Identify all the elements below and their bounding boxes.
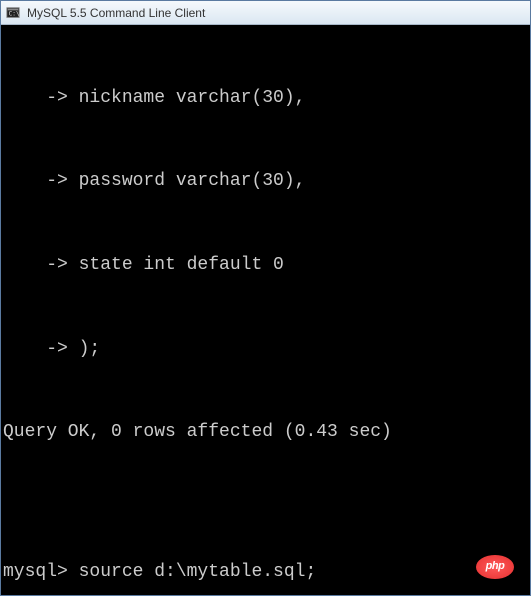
- terminal-line: -> );: [3, 336, 528, 364]
- terminal-line: mysql> source d:\mytable.sql;: [3, 559, 528, 587]
- php-badge-label: php: [486, 558, 505, 575]
- svg-text:C:\: C:\: [9, 10, 20, 17]
- terminal-output[interactable]: -> nickname varchar(30), -> password var…: [1, 25, 530, 595]
- terminal-line: Query OK, 0 rows affected (0.43 sec): [3, 419, 528, 447]
- php-badge-icon: php: [476, 555, 514, 579]
- terminal-line: -> state int default 0: [3, 252, 528, 280]
- app-icon: C:\: [5, 5, 21, 21]
- terminal-line: -> nickname varchar(30),: [3, 85, 528, 113]
- title-bar[interactable]: C:\ MySQL 5.5 Command Line Client: [1, 1, 530, 25]
- application-window: C:\ MySQL 5.5 Command Line Client -> nic…: [0, 0, 531, 596]
- window-title: MySQL 5.5 Command Line Client: [27, 6, 205, 20]
- terminal-line: -> password varchar(30),: [3, 168, 528, 196]
